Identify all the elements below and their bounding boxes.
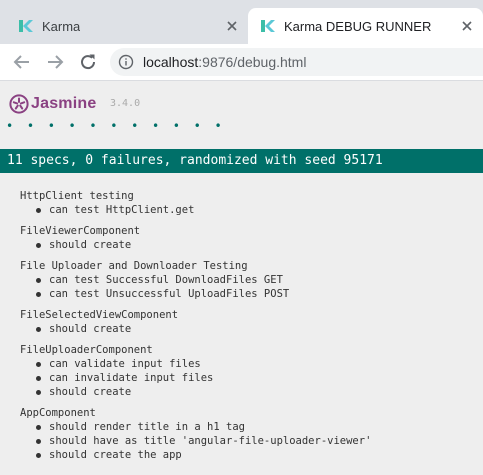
bullet-icon bbox=[36, 242, 41, 248]
spec-item: should create bbox=[0, 385, 483, 399]
tab-title: Karma bbox=[42, 18, 81, 34]
bullet-icon bbox=[36, 291, 41, 297]
bullet-icon bbox=[36, 452, 41, 458]
spec-link[interactable]: can test Successful DownloadFiles GET bbox=[49, 273, 283, 287]
suite-spacer bbox=[0, 399, 483, 406]
url-host: localhost bbox=[143, 54, 199, 70]
info-icon[interactable] bbox=[118, 54, 134, 70]
suite: FileUploaderComponent can validate input … bbox=[0, 343, 483, 406]
spec-dots: • • • • • • • • • • • bbox=[6, 119, 225, 133]
suite-link[interactable]: FileUploaderComponent bbox=[0, 343, 483, 357]
spec-item: can test Unsuccessful UploadFiles POST bbox=[0, 287, 483, 301]
bullet-icon bbox=[36, 375, 41, 381]
close-icon[interactable] bbox=[224, 18, 240, 34]
spec-item: should create the app bbox=[0, 448, 483, 462]
spec-link[interactable]: can validate input files bbox=[49, 357, 201, 371]
karma-logo-icon bbox=[19, 20, 33, 32]
spec-link[interactable]: should render title in a h1 tag bbox=[49, 420, 245, 434]
bullet-icon bbox=[36, 438, 41, 444]
bullet-icon bbox=[36, 424, 41, 430]
browser-toolbar: localhost:9876/debug.html bbox=[0, 44, 483, 81]
suite-spacer bbox=[0, 301, 483, 308]
url-text[interactable]: localhost:9876/debug.html bbox=[143, 54, 306, 70]
tab-strip: Karma Karma DEBUG RUNNER bbox=[0, 0, 483, 44]
suite-link[interactable]: FileSelectedViewComponent bbox=[0, 308, 483, 322]
bullet-icon bbox=[36, 326, 41, 332]
jasmine-report: Jasmine 3.4.0 • • • • • • • • • • • 11 s… bbox=[0, 81, 483, 475]
close-icon[interactable] bbox=[459, 18, 475, 34]
karma-logo-icon bbox=[261, 20, 275, 32]
suite-link[interactable]: FileViewerComponent bbox=[0, 224, 483, 238]
suite-spacer bbox=[0, 336, 483, 343]
jasmine-version: 3.4.0 bbox=[110, 98, 141, 109]
suite-spacer bbox=[0, 462, 483, 469]
reload-icon[interactable] bbox=[76, 50, 100, 74]
suite: File Uploader and Downloader Testing can … bbox=[0, 259, 483, 308]
bullet-icon bbox=[36, 207, 41, 213]
spec-link[interactable]: should create bbox=[49, 385, 131, 399]
suite-link[interactable]: HttpClient testing bbox=[0, 189, 483, 203]
suite: FileSelectedViewComponent should create bbox=[0, 308, 483, 343]
spec-link[interactable]: can test HttpClient.get bbox=[49, 203, 194, 217]
spec-link[interactable]: can invalidate input files bbox=[49, 371, 213, 385]
summary-bar: 11 specs, 0 failures, randomized with se… bbox=[0, 149, 483, 173]
back-arrow-icon[interactable] bbox=[10, 50, 34, 74]
spec-link[interactable]: can test Unsuccessful UploadFiles POST bbox=[49, 287, 289, 301]
spec-item: can test HttpClient.get bbox=[0, 203, 483, 217]
jasmine-flower-icon bbox=[9, 94, 29, 114]
spec-item: can invalidate input files bbox=[0, 371, 483, 385]
spec-link[interactable]: should have as title 'angular-file-uploa… bbox=[49, 434, 371, 448]
bullet-icon bbox=[36, 277, 41, 283]
spec-item: should create bbox=[0, 238, 483, 252]
suite-spacer bbox=[0, 252, 483, 259]
url-path: :9876/debug.html bbox=[198, 54, 307, 70]
jasmine-title: Jasmine bbox=[31, 95, 97, 112]
forward-arrow-icon[interactable] bbox=[43, 50, 67, 74]
bullet-icon bbox=[36, 389, 41, 395]
spec-item: should have as title 'angular-file-uploa… bbox=[0, 434, 483, 448]
suite: HttpClient testing can test HttpClient.ge… bbox=[0, 189, 483, 224]
jasmine-banner: Jasmine bbox=[9, 93, 96, 115]
suite: AppComponent should render title in a h1 … bbox=[0, 406, 483, 469]
tab-karma-debug-runner[interactable]: Karma DEBUG RUNNER bbox=[248, 8, 483, 44]
address-bar[interactable]: localhost:9876/debug.html bbox=[110, 48, 483, 76]
spec-item: can test Successful DownloadFiles GET bbox=[0, 273, 483, 287]
suite: FileViewerComponent should create bbox=[0, 224, 483, 259]
spec-link[interactable]: should create the app bbox=[49, 448, 182, 462]
spec-item: can validate input files bbox=[0, 357, 483, 371]
tab-karma[interactable]: Karma bbox=[0, 8, 248, 44]
suite-link[interactable]: File Uploader and Downloader Testing bbox=[0, 259, 483, 273]
suite-link[interactable]: AppComponent bbox=[0, 406, 483, 420]
spec-results: HttpClient testing can test HttpClient.ge… bbox=[0, 189, 483, 469]
spec-item: should render title in a h1 tag bbox=[0, 420, 483, 434]
spec-link[interactable]: should create bbox=[49, 322, 131, 336]
spec-link[interactable]: should create bbox=[49, 238, 131, 252]
bullet-icon bbox=[36, 361, 41, 367]
spec-item: should create bbox=[0, 322, 483, 336]
tab-title: Karma DEBUG RUNNER bbox=[284, 18, 432, 34]
suite-spacer bbox=[0, 217, 483, 224]
